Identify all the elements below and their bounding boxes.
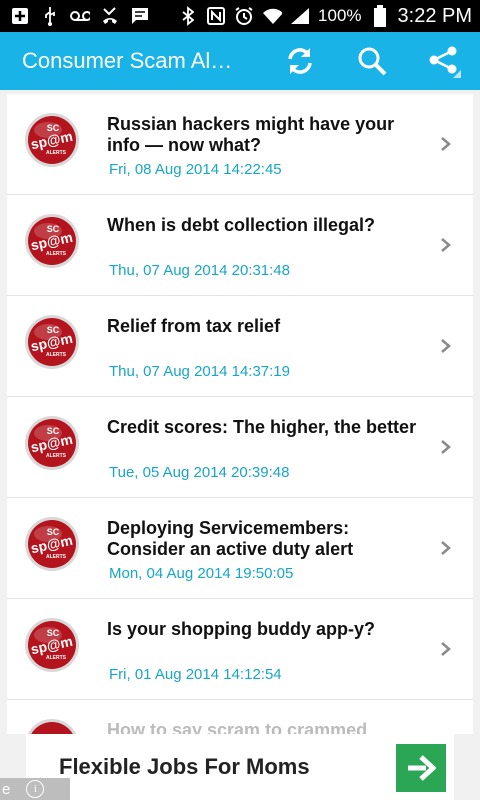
search-button[interactable] xyxy=(336,32,408,90)
clock: 3:22 PM xyxy=(397,4,472,27)
sc-spam-alerts-logo: SC sp@m ALERTS xyxy=(25,113,79,167)
list-item[interactable]: SC sp@m ALERTS Relief from tax relief Th… xyxy=(7,296,473,397)
svg-text:ALERTS: ALERTS xyxy=(46,554,67,560)
ad-arrow-button[interactable] xyxy=(396,744,446,792)
item-date: Fri, 01 Aug 2014 14:12:54 xyxy=(109,666,282,683)
sc-spam-alerts-logo: SC sp@m ALERTS xyxy=(25,416,79,470)
ad-choices[interactable]: e i xyxy=(0,778,70,800)
battery-percent: 100% xyxy=(318,6,362,25)
sc-spam-alerts-logo: SC sp@m ALERTS xyxy=(25,214,79,268)
item-date: Tue, 05 Aug 2014 20:39:48 xyxy=(109,464,290,481)
chevron-right-icon xyxy=(441,541,451,555)
item-title: Russian hackers might have your info — n… xyxy=(107,114,395,155)
svg-text:ALERTS: ALERTS xyxy=(46,352,67,358)
item-title: When is debt collection illegal? xyxy=(107,215,376,235)
refresh-button[interactable] xyxy=(264,32,336,90)
item-title: Relief from tax relief xyxy=(107,316,281,336)
item-date: Fri, 08 Aug 2014 14:22:45 xyxy=(109,161,282,178)
sc-spam-alerts-logo: SC sp@m ALERTS xyxy=(25,517,79,571)
list-item[interactable]: SC sp@m ALERTS Credit scores: The higher… xyxy=(7,397,473,498)
svg-text:ALERTS: ALERTS xyxy=(46,150,67,156)
list-item[interactable]: SC sp@m ALERTS Is your shopping buddy ap… xyxy=(7,599,473,700)
list-item[interactable]: SC sp@m ALERTS Russian hackers might hav… xyxy=(7,94,473,195)
svg-text:ALERTS: ALERTS xyxy=(46,655,67,661)
search-icon xyxy=(358,47,387,76)
chevron-right-icon xyxy=(441,238,451,252)
signal-icon xyxy=(290,6,310,26)
status-bar: 100% 3:22 PM xyxy=(0,0,480,32)
missed-call-icon xyxy=(100,6,120,26)
battery-icon xyxy=(370,5,390,27)
add-box-icon xyxy=(10,6,30,26)
wifi-icon xyxy=(262,6,283,26)
refresh-icon xyxy=(288,48,312,74)
alarm-icon xyxy=(234,6,254,26)
item-date: Thu, 07 Aug 2014 20:31:48 xyxy=(109,262,290,279)
app-title: Consumer Scam Al… xyxy=(22,48,233,73)
share-button[interactable] xyxy=(408,32,480,90)
item-title: How to say scram to crammed xyxy=(107,720,368,734)
sc-spam-alerts-logo: SC sp@m ALERTS xyxy=(25,618,79,672)
chevron-right-icon xyxy=(441,137,451,151)
chevron-right-icon xyxy=(441,642,451,656)
list-item[interactable]: How to say scram to crammed xyxy=(7,700,473,734)
ad-text: Flexible Jobs For Moms xyxy=(59,754,310,779)
nfc-icon xyxy=(206,6,226,26)
info-icon[interactable]: i xyxy=(26,780,45,798)
sc-spam-alerts-logo: SC sp@m ALERTS xyxy=(25,315,79,369)
svg-text:ALERTS: ALERTS xyxy=(46,251,67,257)
chevron-right-icon xyxy=(441,440,451,454)
arrow-right-icon xyxy=(408,755,436,781)
item-date: Thu, 07 Aug 2014 14:37:19 xyxy=(109,363,290,380)
svg-text:ALERTS: ALERTS xyxy=(46,453,67,459)
list-item[interactable]: SC sp@m ALERTS When is debt collection i… xyxy=(7,195,473,296)
article-list[interactable]: SC sp@m ALERTS Russian hackers might hav… xyxy=(7,94,473,734)
voicemail-icon xyxy=(70,6,90,26)
ad-corner-text: e xyxy=(2,780,11,798)
item-title: Deploying Servicemembers: Consider an ac… xyxy=(107,518,354,559)
item-title: Credit scores: The higher, the better xyxy=(107,417,417,437)
message-icon xyxy=(130,6,150,26)
bluetooth-icon xyxy=(178,6,198,26)
item-title: Is your shopping buddy app-y? xyxy=(107,619,375,639)
usb-icon xyxy=(40,6,60,26)
share-icon xyxy=(429,46,461,78)
app-bar: Consumer Scam Al… xyxy=(0,32,480,90)
item-date: Mon, 04 Aug 2014 19:50:05 xyxy=(109,565,294,582)
ad-banner[interactable]: Flexible Jobs For Moms xyxy=(26,734,454,800)
chevron-right-icon xyxy=(441,339,451,353)
list-item[interactable]: SC sp@m ALERTS Deploying Servicemembers:… xyxy=(7,498,473,599)
sc-spam-alerts-logo xyxy=(27,719,77,734)
